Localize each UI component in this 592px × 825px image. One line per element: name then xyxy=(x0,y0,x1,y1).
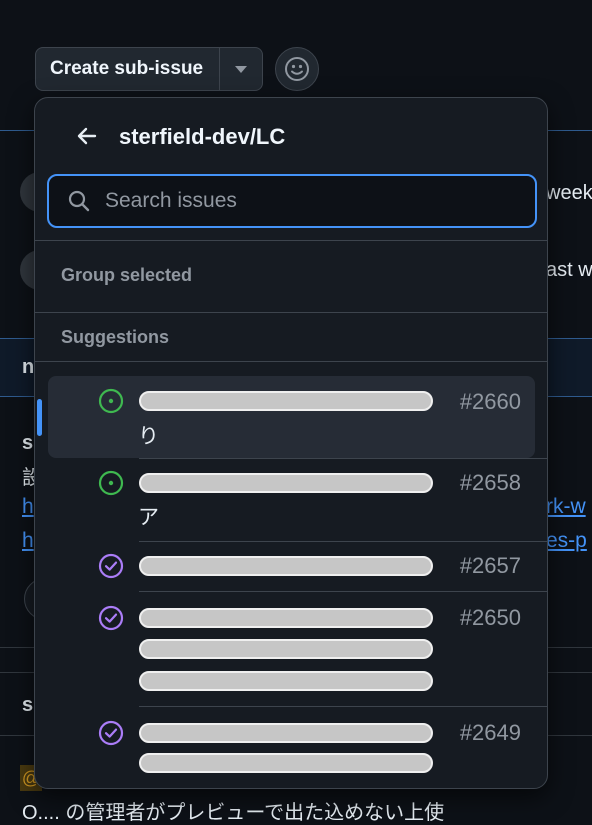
comment-link[interactable]: rk-w xyxy=(546,495,586,519)
suggestion-item[interactable]: #2649 xyxy=(48,708,535,788)
comment-author: s xyxy=(22,694,34,716)
redacted-title xyxy=(139,556,433,576)
comment-line: O.... の管理者がプレビューで出た込めない上使 xyxy=(22,802,445,824)
triangle-down-icon xyxy=(235,65,248,73)
create-sub-issue-menu-button[interactable] xyxy=(220,48,262,90)
redacted-title xyxy=(139,753,433,773)
redacted-title xyxy=(139,473,433,493)
divider xyxy=(139,591,547,592)
redacted-title xyxy=(139,639,433,659)
divider xyxy=(35,361,547,362)
issue-closed-icon xyxy=(98,553,124,579)
suggestion-item[interactable]: #2657 xyxy=(48,543,535,589)
suggestion-item[interactable]: #2660 り xyxy=(48,376,535,458)
issue-title-tail: ア xyxy=(138,506,159,529)
issue-number: #2649 xyxy=(459,720,521,745)
repository-title: sterfield-dev/LC xyxy=(119,124,286,149)
timeline-text: week xyxy=(546,182,592,204)
arrow-left-icon xyxy=(77,127,97,145)
issue-closed-icon xyxy=(98,605,124,631)
picker-header: sterfield-dev/LC xyxy=(35,98,547,172)
comment-link[interactable]: h xyxy=(22,495,34,519)
issue-number: #2650 xyxy=(459,605,521,630)
issue-open-icon xyxy=(98,470,124,496)
timeline-text: ast w xyxy=(546,259,592,281)
suggestion-item[interactable]: #2650 xyxy=(48,593,535,703)
issue-number: #2660 xyxy=(459,389,521,414)
smiley-icon xyxy=(285,57,309,81)
divider xyxy=(139,541,547,542)
create-sub-issue-split-button: Create sub-issue xyxy=(35,47,264,91)
suggestion-item[interactable]: #2658 ア xyxy=(48,460,535,540)
comment-link[interactable]: h xyxy=(22,529,34,553)
issue-number: #2658 xyxy=(459,470,521,495)
issue-closed-icon xyxy=(98,720,124,746)
issue-number: #2657 xyxy=(459,553,521,578)
search-input[interactable] xyxy=(103,188,535,214)
issue-open-icon xyxy=(98,388,124,414)
back-button[interactable] xyxy=(71,120,103,152)
suggestions-label: Suggestions xyxy=(61,327,170,347)
issue-title-tail: り xyxy=(138,425,159,448)
group-selected-label: Group selected xyxy=(61,265,193,285)
comment-line: s xyxy=(22,432,34,454)
sub-issue-picker: sterfield-dev/LC Group selected Suggesti… xyxy=(34,97,548,789)
comment-link[interactable]: es-p xyxy=(546,529,587,553)
divider xyxy=(139,706,547,707)
search-box xyxy=(47,174,537,228)
redacted-title xyxy=(139,608,433,628)
divider xyxy=(35,312,547,313)
divider xyxy=(139,458,547,459)
create-sub-issue-button[interactable]: Create sub-issue xyxy=(36,48,221,90)
add-reaction-button[interactable] xyxy=(275,47,319,91)
comment-author: n xyxy=(22,356,35,378)
redacted-title xyxy=(139,671,433,691)
divider xyxy=(35,240,547,241)
redacted-title xyxy=(139,723,433,743)
redacted-title xyxy=(139,391,433,411)
active-indicator xyxy=(37,399,42,436)
search-icon xyxy=(67,189,91,213)
